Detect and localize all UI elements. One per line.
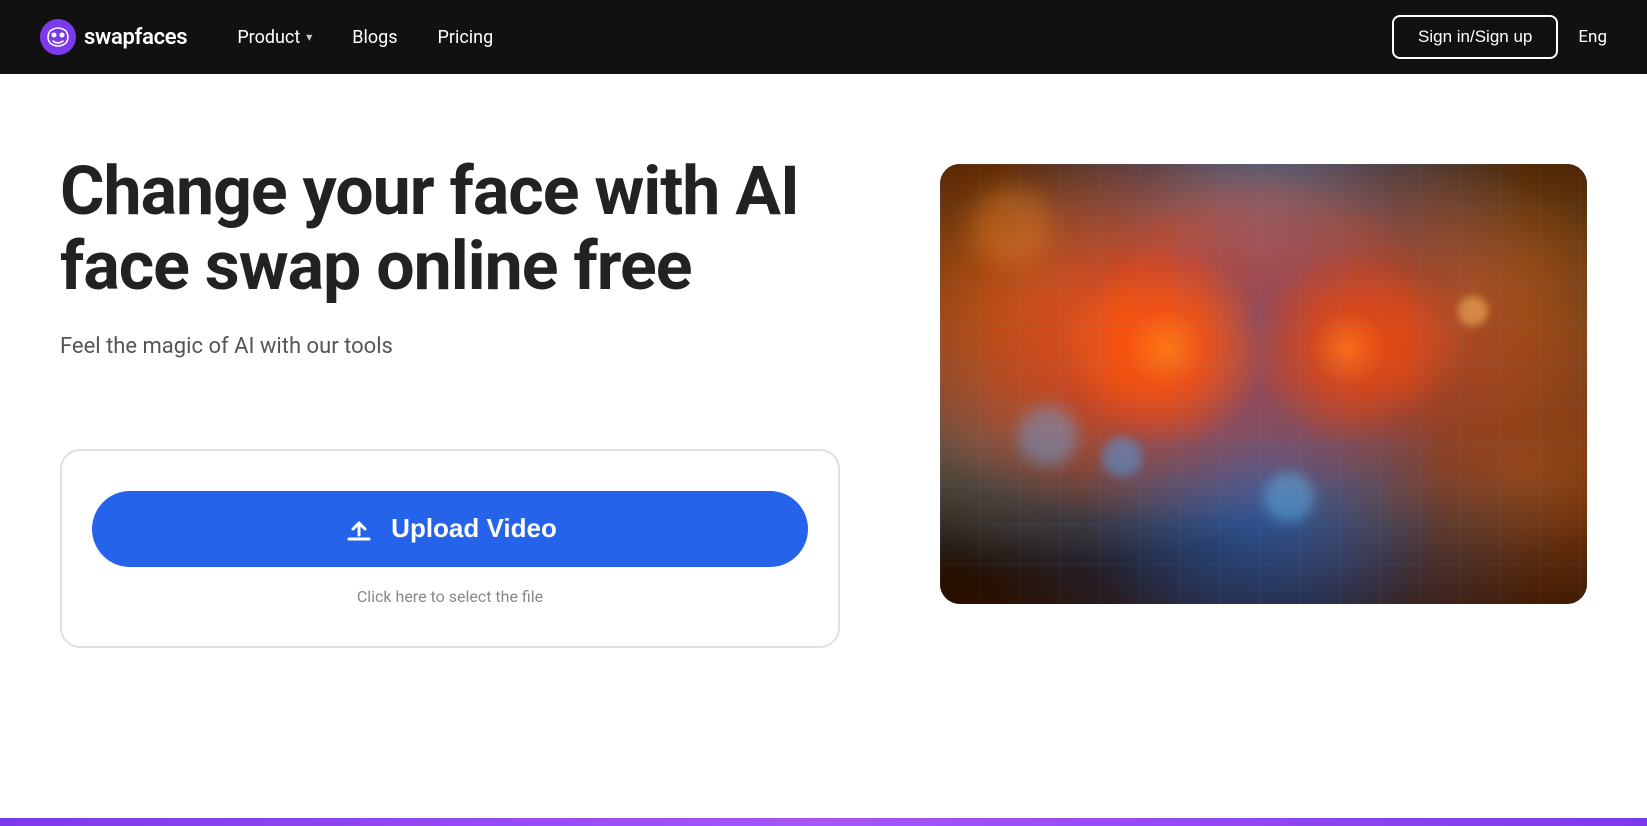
main-content: Change your face with AI face swap onlin… [0,74,1647,826]
upload-video-button[interactable]: Upload Video [92,491,808,567]
nav-pricing-label: Pricing [438,27,494,48]
language-selector[interactable]: Eng [1578,27,1607,47]
left-section: Change your face with AI face swap onlin… [60,154,860,648]
nav-blogs-label: Blogs [352,27,397,48]
nav-product-label: Product [237,27,300,48]
upload-box: Upload Video Click here to select the fi… [60,449,840,648]
brand-name: swapfaces [84,25,187,50]
upload-icon [343,513,375,545]
bokeh-4 [1264,472,1314,522]
nav-links: Product ▾ Blogs Pricing [237,27,1392,48]
hero-image [940,164,1587,604]
upload-hint: Click here to select the file [357,587,543,606]
logo-icon [40,19,76,55]
right-section [940,154,1587,604]
nav-right: Sign in/Sign up Eng [1392,15,1607,59]
nav-pricing[interactable]: Pricing [438,27,494,48]
bottom-bar [0,818,1647,826]
navbar: swapfaces Product ▾ Blogs Pricing Sign i… [0,0,1647,74]
sign-in-button[interactable]: Sign in/Sign up [1392,15,1558,59]
upload-video-label: Upload Video [391,513,557,544]
chevron-down-icon: ▾ [306,30,312,44]
bokeh-5 [1458,296,1488,326]
bokeh-2 [1102,437,1142,477]
bokeh-3 [972,186,1052,266]
nav-blogs[interactable]: Blogs [352,27,397,48]
nav-product[interactable]: Product ▾ [237,27,312,48]
hero-subtitle: Feel the magic of AI with our tools [60,334,860,359]
hero-title: Change your face with AI face swap onlin… [60,154,860,304]
logo[interactable]: swapfaces [40,19,187,55]
bokeh-1 [1018,406,1078,466]
